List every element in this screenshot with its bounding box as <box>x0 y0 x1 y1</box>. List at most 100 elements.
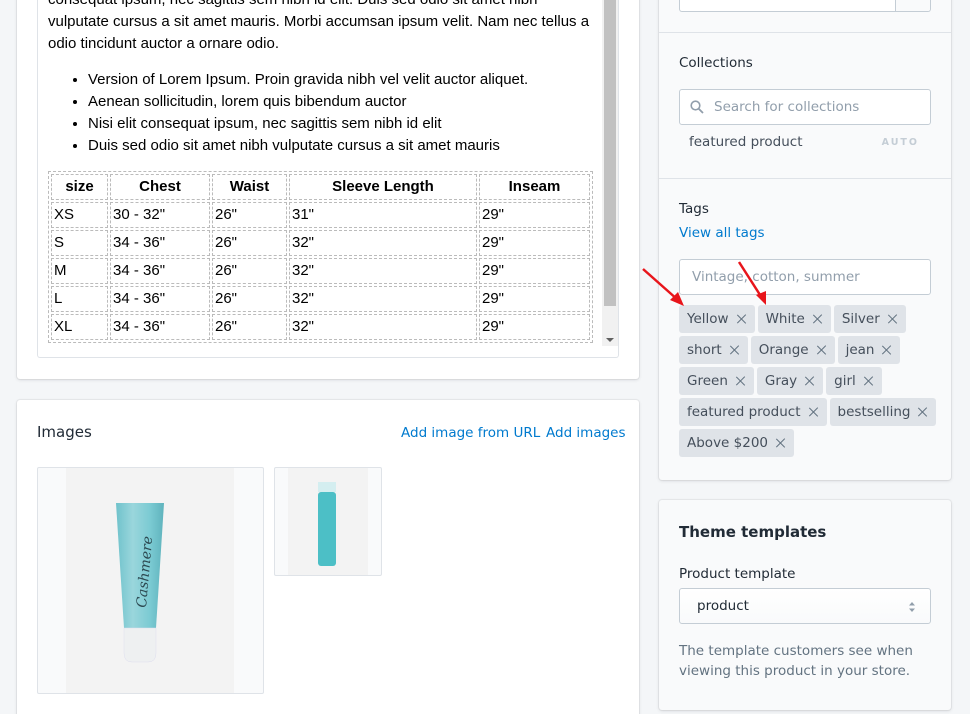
table-cell: M <box>51 258 108 284</box>
remove-tag-icon[interactable] <box>882 345 892 355</box>
table-cell: L <box>51 286 108 312</box>
column-header-size: size <box>51 174 108 200</box>
remove-tag-icon[interactable] <box>736 376 746 386</box>
size-chart-table: size Chest Waist Sleeve Length Inseam XS… <box>48 171 593 343</box>
theme-templates-title: Theme templates <box>679 523 827 541</box>
collections-search-placeholder: Search for collections <box>714 99 860 115</box>
remove-tag-icon[interactable] <box>809 407 819 417</box>
table-cell: S <box>51 230 108 256</box>
collections-search-input[interactable]: Search for collections <box>679 89 931 125</box>
column-header-sleeve-length: Sleeve Length <box>289 174 477 200</box>
table-cell: 26" <box>212 202 287 228</box>
collection-item[interactable]: featured product <box>689 134 803 150</box>
product-image-1[interactable]: Cashmere <box>37 467 264 694</box>
remove-tag-icon[interactable] <box>817 345 827 355</box>
table-row: M 34 - 36" 26" 32" 29" <box>51 258 590 284</box>
tag-chip: jean <box>837 336 901 364</box>
description-bullet-list: Version of Lorem Ipsum. Proin gravida ni… <box>88 69 593 157</box>
tag-chip: Silver <box>833 305 906 333</box>
view-all-tags-link[interactable]: View all tags <box>679 225 765 241</box>
selected-template-value: product <box>697 598 749 614</box>
table-cell: 34 - 36" <box>110 230 210 256</box>
column-header-inseam: Inseam <box>479 174 590 200</box>
organization-card: Collections Search for collections featu… <box>659 0 951 480</box>
bullet-item: Version of Lorem Ipsum. Proin gravida ni… <box>88 69 593 91</box>
section-divider <box>659 178 951 179</box>
bullet-item: Duis sed odio sit amet nibh vulputate cu… <box>88 135 593 157</box>
bullet-item: Nisi elit consequat ipsum, nec sagittis … <box>88 113 593 135</box>
tag-label: bestselling <box>837 404 911 420</box>
images-title: Images <box>37 423 92 441</box>
select-arrows-icon <box>909 602 915 612</box>
tag-label: jean <box>845 342 875 358</box>
editor-scrollbar[interactable] <box>602 0 618 346</box>
remove-tag-icon[interactable] <box>805 376 815 386</box>
table-cell: XS <box>51 202 108 228</box>
tag-chip: Above $200 <box>679 429 795 457</box>
product-template-help-text: The template customers see when viewing … <box>679 643 913 679</box>
tag-label: Above $200 <box>687 435 769 451</box>
tag-label: White <box>765 311 805 327</box>
organization-input-button[interactable] <box>895 0 930 11</box>
remove-tag-icon[interactable] <box>776 438 786 448</box>
table-cell: 34 - 36" <box>110 314 210 340</box>
tag-chip: Gray <box>756 367 824 395</box>
scrollbar-thumb[interactable] <box>604 0 616 306</box>
table-cell: 32" <box>289 258 477 284</box>
table-row: L 34 - 36" 26" 32" 29" <box>51 286 590 312</box>
table-cell: 30 - 32" <box>110 202 210 228</box>
table-cell: 32" <box>289 230 477 256</box>
table-cell: 26" <box>212 230 287 256</box>
table-cell: 26" <box>212 258 287 284</box>
auto-badge: AUTO <box>881 137 919 148</box>
tag-chip: Orange <box>750 336 835 364</box>
tag-chip: Green <box>679 367 754 395</box>
table-cell: XL <box>51 314 108 340</box>
remove-tag-icon[interactable] <box>737 314 747 324</box>
organization-input[interactable] <box>679 0 931 12</box>
product-tube-image: Cashmere <box>116 503 164 663</box>
tag-label: Orange <box>758 342 809 358</box>
theme-templates-card: Theme templates Product template product… <box>659 500 951 710</box>
table-cell: 29" <box>479 202 590 228</box>
tag-chip: White <box>757 305 831 333</box>
table-row: S 34 - 36" 26" 32" 29" <box>51 230 590 256</box>
remove-tag-icon[interactable] <box>888 314 898 324</box>
scroll-down-arrow-icon[interactable] <box>606 338 614 342</box>
table-cell: 26" <box>212 314 287 340</box>
tag-label: Green <box>687 373 728 389</box>
remove-tag-icon[interactable] <box>864 376 874 386</box>
add-image-from-url-link[interactable]: Add image from URL <box>401 425 540 441</box>
table-cell: 32" <box>289 286 477 312</box>
table-row: XL 34 - 36" 26" 32" 29" <box>51 314 590 340</box>
description-paragraph: consequat ipsum, nec sagittis sem nibh i… <box>48 0 590 52</box>
tag-label: featured product <box>687 404 801 420</box>
product-image-2[interactable] <box>274 467 382 576</box>
tags-input-placeholder: Vintage, cotton, summer <box>692 269 860 285</box>
add-images-link[interactable]: Add images <box>546 425 626 441</box>
remove-tag-icon[interactable] <box>918 407 928 417</box>
tag-label: Gray <box>764 373 798 389</box>
search-icon <box>690 100 704 114</box>
collections-label: Collections <box>679 55 753 71</box>
tags-input[interactable]: Vintage, cotton, summer <box>679 259 931 295</box>
description-editor[interactable]: consequat ipsum, nec sagittis sem nibh i… <box>37 0 619 358</box>
remove-tag-icon[interactable] <box>730 345 740 355</box>
tags-label: Tags <box>679 201 709 217</box>
tag-chip: girl <box>826 367 882 395</box>
remove-tag-icon[interactable] <box>813 314 823 324</box>
description-card: consequat ipsum, nec sagittis sem nibh i… <box>17 0 639 379</box>
tag-chip: bestselling <box>829 398 937 426</box>
tag-chip: featured product <box>679 398 827 426</box>
table-cell: 32" <box>289 314 477 340</box>
table-cell: 29" <box>479 258 590 284</box>
product-template-label: Product template <box>679 566 796 582</box>
product-template-select[interactable]: product <box>679 588 931 624</box>
section-divider <box>659 32 951 33</box>
table-cell: 29" <box>479 230 590 256</box>
editor-content[interactable]: consequat ipsum, nec sagittis sem nibh i… <box>48 0 593 343</box>
table-cell: 31" <box>289 202 477 228</box>
table-cell: 29" <box>479 286 590 312</box>
table-cell: 26" <box>212 286 287 312</box>
tag-label: girl <box>834 373 856 389</box>
